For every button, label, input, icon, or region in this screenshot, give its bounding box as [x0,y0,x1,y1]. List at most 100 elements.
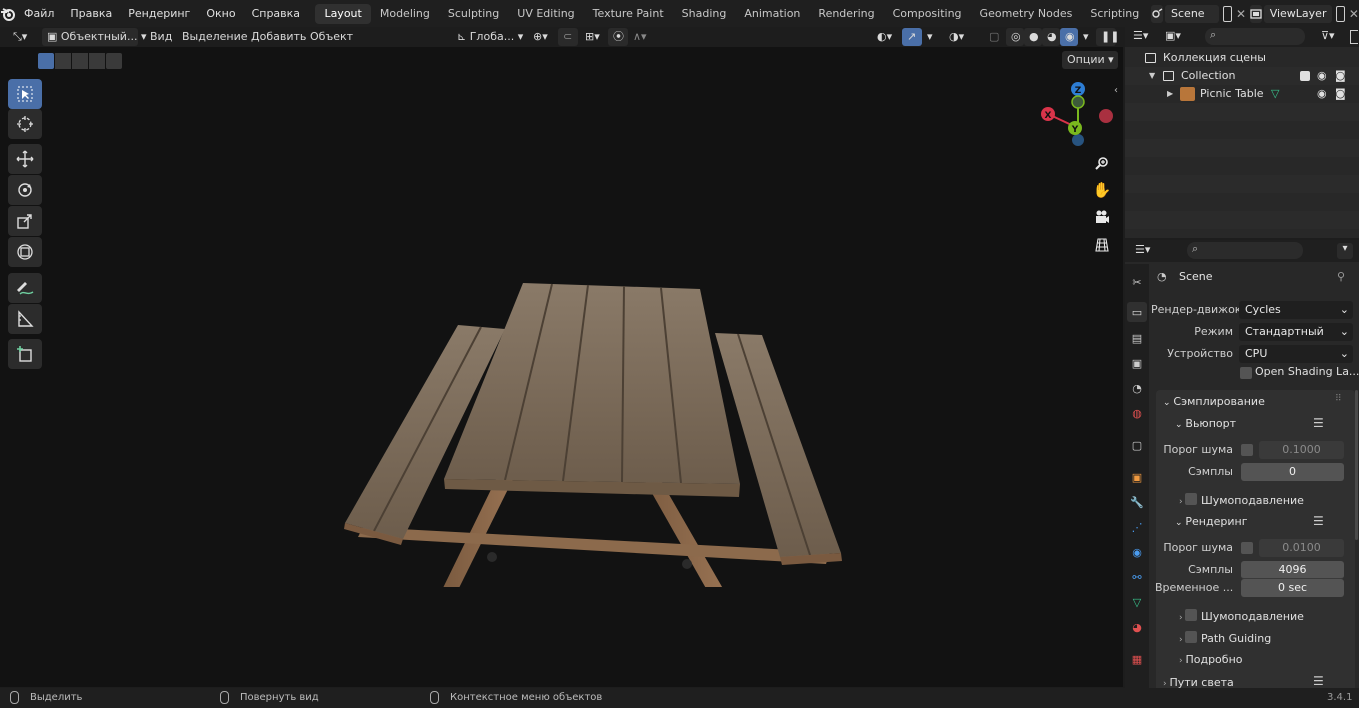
pause-render-icon[interactable]: ❚❚ [1096,28,1119,46]
picnic-table-model[interactable] [330,227,860,587]
falloff-icon[interactable]: ∧▾ [628,28,654,46]
transform-tool[interactable] [8,237,42,267]
texture-tab-icon[interactable]: ▦ [1127,649,1147,669]
options-dropdown[interactable]: Опции ▾ [1062,51,1118,69]
expand-arrow-icon[interactable]: ▼ [1149,67,1155,85]
menu-help[interactable]: Справка [244,4,308,24]
material-tab-icon[interactable]: ◕ [1127,617,1147,637]
path-guiding-checkbox[interactable] [1185,631,1198,643]
editor-type-icon[interactable]: ⤡▾ [8,28,38,46]
properties-editor-type-icon[interactable]: ☰▾ [1135,243,1157,259]
shading-rendered-icon[interactable]: ◉ [1060,28,1078,46]
output-tab-icon[interactable]: ▤ [1127,328,1147,348]
shading-wireframe-icon[interactable]: ◎ [1006,28,1024,46]
scene-selector-icon[interactable] [1151,4,1164,23]
advanced-header[interactable]: › Подробно [1179,653,1243,666]
properties-search-input[interactable]: ⌕ [1187,242,1303,259]
new-view-layer-icon[interactable] [1336,5,1345,22]
menu-view[interactable]: Вид [145,28,177,46]
scale-tool[interactable] [8,206,42,236]
snap-toggle-icon[interactable]: ⊂ [558,28,578,46]
pivot-point-icon[interactable]: ⊕▾ [528,28,554,46]
tab-texture-paint[interactable]: Texture Paint [584,4,673,24]
render-engine-select[interactable]: Cycles ⌄ [1239,301,1353,319]
outliner-search-input[interactable]: ⌕ [1205,28,1305,45]
zoom-icon[interactable] [1092,153,1112,173]
modifier-tab-icon[interactable]: 🔧 [1127,492,1147,512]
outliner-row-scene-collection[interactable]: Коллекция сцены [1125,49,1359,67]
annotate-tool[interactable] [8,273,42,303]
select-box-tool[interactable] [8,79,42,109]
navigation-gizmo[interactable]: Z X Y [1036,81,1116,151]
camera-view-icon[interactable] [1092,207,1112,227]
overlays-icon[interactable]: ◑▾ [944,28,970,46]
render-samples-field[interactable]: 4096 [1241,561,1344,579]
render-noise-threshold-field[interactable]: 0.0100 [1259,539,1344,557]
scene-name-field[interactable]: Scene [1165,4,1220,23]
properties-options-icon[interactable]: ▾ [1337,243,1353,259]
delete-scene-icon[interactable]: ✕ [1236,6,1246,22]
outliner-row-object[interactable]: ▶ Picnic Table ▽ ◉ ◙ [1125,85,1359,103]
move-tool[interactable] [8,144,42,174]
tab-sculpting[interactable]: Sculpting [439,4,508,24]
view-layer-field[interactable]: ViewLayer [1263,4,1333,23]
select-extend-icon[interactable] [55,53,71,69]
viewport-samples-field[interactable]: 0 [1241,463,1344,481]
tab-uv-editing[interactable]: UV Editing [508,4,583,24]
data-tab-icon[interactable]: ▽ [1127,592,1147,612]
view-layer-tab-icon[interactable]: ▣ [1127,353,1147,373]
particles-tab-icon[interactable]: ⋰ [1127,517,1147,537]
shading-solid-icon[interactable]: ● [1024,28,1042,46]
menu-object[interactable]: Объект [305,28,358,46]
tab-rendering[interactable]: Rendering [809,4,883,24]
render-mode-select[interactable]: Стандартный ⌄ [1239,323,1353,341]
viewport-denoise-checkbox[interactable] [1185,493,1198,505]
camera-icon[interactable]: ◙ [1335,85,1346,103]
viewport-subpanel-header[interactable]: ⌄ Вьюпорт [1175,417,1236,430]
path-guiding-header[interactable]: › Path Guiding [1179,631,1271,645]
eye-icon[interactable]: ◉ [1317,67,1327,85]
render-noise-threshold-checkbox[interactable] [1241,542,1253,554]
menu-render[interactable]: Рендеринг [120,4,198,24]
tool-tab-icon[interactable]: ✂ [1127,272,1147,292]
shading-options-icon[interactable]: ▾ [1078,28,1092,46]
visibility-filter-icon[interactable]: ◐▾ [872,28,898,46]
presets-list-icon[interactable]: ☰ [1313,514,1324,528]
render-tab-icon[interactable]: ▭ [1127,302,1147,322]
object-tab-icon[interactable]: ▣ [1127,467,1147,487]
tab-layout[interactable]: Layout [315,3,371,24]
new-scene-icon[interactable] [1223,5,1232,22]
pin-icon[interactable]: ⚲ [1337,270,1345,283]
eye-icon[interactable]: ◉ [1317,85,1327,103]
scene-tab-icon[interactable]: ◔ [1127,378,1147,398]
new-collection-icon[interactable] [1350,30,1358,44]
tab-shading[interactable]: Shading [673,4,736,24]
select-invert-icon[interactable] [89,53,105,69]
viewport-noise-threshold-checkbox[interactable] [1241,444,1253,456]
device-select[interactable]: CPU ⌄ [1239,345,1353,363]
rotate-tool[interactable] [8,175,42,205]
sidebar-toggle-icon[interactable]: ‹ [1114,85,1122,99]
outliner-editor-type-icon[interactable]: ☰▾ [1133,29,1155,45]
mesh-data-icon[interactable]: ▽ [1271,85,1279,103]
world-tab-icon[interactable]: ◍ [1127,403,1147,423]
select-intersect-icon[interactable] [106,53,122,69]
select-new-icon[interactable] [38,53,54,69]
tab-compositing[interactable]: Compositing [884,4,971,24]
viewport-denoise-header[interactable]: › Шумоподавление [1179,493,1304,507]
outliner-row-collection[interactable]: ▼ Collection ◉ ◙ [1125,67,1359,85]
xray-toggle-icon[interactable]: ▢ [984,28,1002,46]
render-denoise-header[interactable]: › Шумоподавление [1179,609,1304,623]
presets-list-icon[interactable]: ☰ [1313,416,1324,430]
exclude-checkbox[interactable] [1300,71,1310,81]
tab-scripting[interactable]: Scripting [1081,4,1148,24]
delete-view-layer-icon[interactable]: ✕ [1349,6,1359,22]
gizmo-options-icon[interactable]: ▾ [922,28,936,46]
perspective-grid-icon[interactable] [1092,235,1112,255]
3d-viewport[interactable]: Опции ▾ Z X Y ‹ ✋ [0,47,1123,687]
shading-material-icon[interactable]: ◕ [1042,28,1060,46]
blender-logo-icon[interactable] [0,0,16,27]
open-shading-checkbox[interactable] [1240,367,1252,379]
proportional-edit-icon[interactable]: ⦿ [608,28,628,46]
view-layer-selector-icon[interactable] [1249,4,1262,23]
